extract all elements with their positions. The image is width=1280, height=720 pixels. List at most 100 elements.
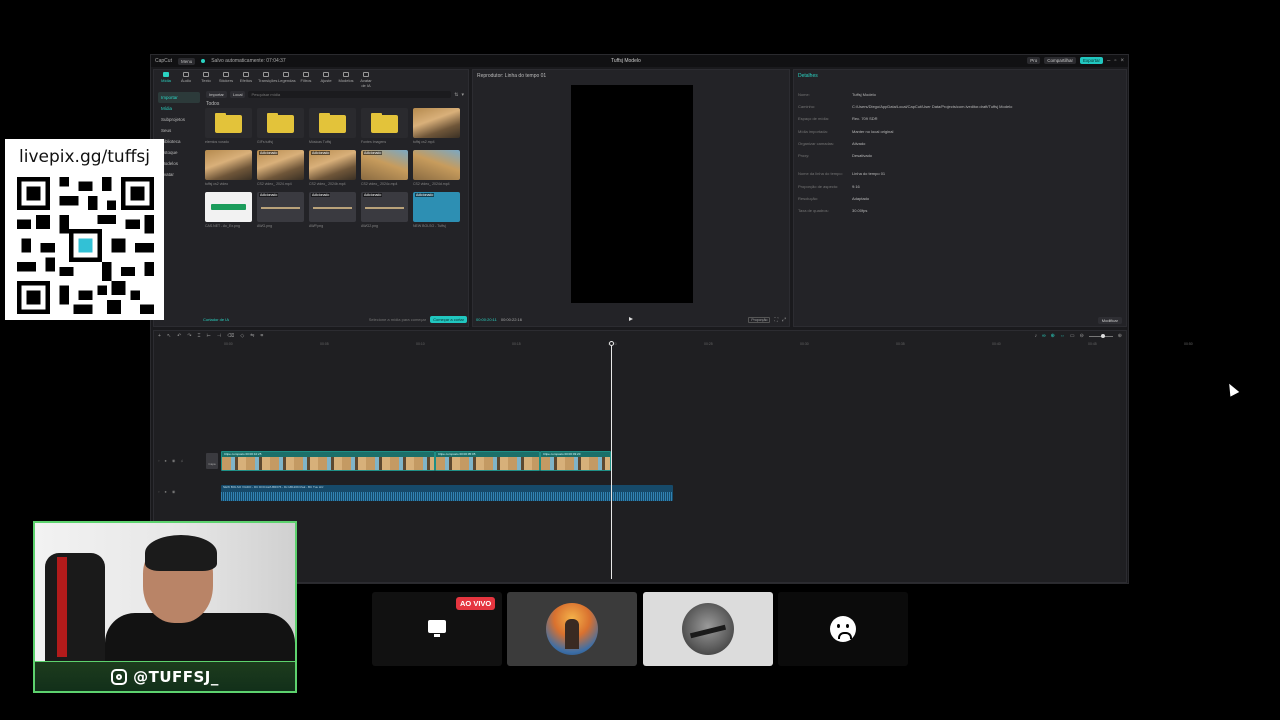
media-item[interactable]: elemtos vorado xyxy=(205,108,252,144)
tab-label: Transições xyxy=(258,78,278,83)
media-item[interactable]: CAS.NET - Av_Ex.png xyxy=(205,192,252,228)
import-button[interactable]: Importar xyxy=(206,91,227,98)
split-right-icon[interactable]: ⊣ xyxy=(217,333,221,339)
timeline-ruler[interactable]: 00:0000:0500:1000:1500:2000:2500:3000:35… xyxy=(224,342,1193,350)
media-item[interactable]: Adicionado CS2 video_ 2024.mp4 xyxy=(257,150,304,186)
media-name: Fontes Imagens xyxy=(361,140,387,144)
media-thumbnail: Adicionado xyxy=(257,150,304,180)
video-clip[interactable]: Clipe composto 00:00:05:05 xyxy=(435,451,540,471)
detail-key: Caminho: xyxy=(798,103,816,109)
media-item[interactable]: Adicionado CS2 video_ 2024b.mp4 xyxy=(309,150,356,186)
playhead-handle[interactable] xyxy=(609,341,614,346)
audio-clip[interactable]: NEW BOLSO VIADO - DC DOCA2A BR076 - Dc k… xyxy=(221,485,673,501)
audio-mute-icon[interactable]: ♫ xyxy=(180,458,183,463)
media-item[interactable]: tuffsj cs2 video xyxy=(205,150,252,186)
tab-9[interactable]: Modelos xyxy=(338,72,354,88)
add-track-icon[interactable]: + xyxy=(158,333,161,339)
media-item[interactable]: Músicas Tuffsj xyxy=(309,108,356,144)
lock-track-icon[interactable]: ● xyxy=(164,458,166,463)
clip-label: Clipe composto 00:00:10:25 xyxy=(222,452,434,457)
tab-10[interactable]: Avatar de IA xyxy=(358,72,374,88)
detail-value: Manter no local original xyxy=(852,128,894,134)
preview-axis-icon[interactable]: ⇔ xyxy=(1060,333,1065,339)
sidebar-item[interactable]: Seus xyxy=(158,125,200,136)
sidebar-item[interactable]: Subprojetos xyxy=(158,114,200,125)
tab-0[interactable]: Mídia xyxy=(158,72,174,88)
media-item[interactable]: Adicionado AWG2.png xyxy=(361,192,408,228)
ratio-button[interactable]: Proporção xyxy=(748,316,771,323)
video-clip[interactable]: Clipe composto 00:00:03:20 xyxy=(540,451,611,471)
zoom-out-icon[interactable]: ⊖ xyxy=(1080,333,1084,339)
close-icon[interactable]: × xyxy=(1120,58,1124,64)
select-tool-icon[interactable]: ↖ xyxy=(167,333,171,339)
tab-details[interactable]: Detalhes xyxy=(798,73,818,79)
sidebar-item[interactable]: Modelos xyxy=(158,158,200,169)
local-button[interactable]: Local xyxy=(229,91,246,98)
media-thumbnail xyxy=(413,108,460,138)
share-button[interactable]: Compartilhar xyxy=(1044,57,1076,64)
split-left-icon[interactable]: ⊢ xyxy=(207,333,211,339)
crop-icon[interactable]: ⌗ xyxy=(260,333,263,339)
media-thumbnail: Adicionado xyxy=(361,192,408,222)
audio-lock-icon[interactable]: ● xyxy=(164,489,166,494)
tab-3[interactable]: Stickers xyxy=(218,72,234,88)
video-clip[interactable]: Clipe composto 00:00:10:25 xyxy=(221,451,435,471)
sidebar-item[interactable]: Importar xyxy=(158,92,200,103)
minimize-icon[interactable]: – xyxy=(1107,58,1110,64)
media-item[interactable]: Adicionado NEW BOLSO - Tuffsj xyxy=(413,192,460,228)
maximize-icon[interactable]: ▫ xyxy=(1114,58,1116,64)
split-icon[interactable]: ⌶ xyxy=(198,333,201,339)
zoom-slider-knob[interactable] xyxy=(1100,333,1105,338)
media-item[interactable]: tuffsj cs2.mp4 xyxy=(413,108,460,144)
zoom-slider[interactable] xyxy=(1088,333,1113,338)
tab-7[interactable]: Filtros xyxy=(298,72,314,88)
menu-button[interactable]: Menu xyxy=(177,57,196,65)
eye-icon[interactable]: ◉ xyxy=(172,458,176,463)
pro-button[interactable]: Pro xyxy=(1027,57,1041,64)
media-search-input[interactable]: Pesquisar mídia xyxy=(248,91,452,98)
link-icon[interactable]: ∞ xyxy=(1042,333,1046,339)
sidebar-item[interactable]: Mídia xyxy=(158,103,200,114)
tab-4[interactable]: Efeitos xyxy=(238,72,254,88)
delete-icon[interactable]: ⌫ xyxy=(227,333,234,339)
volume-icon[interactable]: ◉ xyxy=(172,489,176,494)
media-item[interactable]: CS2 video_ 2024d.mp4 xyxy=(413,150,460,186)
zoom-in-icon[interactable]: ⊕ xyxy=(1118,333,1122,339)
media-item[interactable]: Adicionado CS2 video_ 2024c.mp4 xyxy=(361,150,408,186)
tab-8[interactable]: Ajuste xyxy=(318,72,334,88)
filter-icon[interactable]: ▾ xyxy=(461,92,464,98)
media-item[interactable]: Fontes Imagens xyxy=(361,108,408,144)
tab-1[interactable]: Áudio xyxy=(178,72,194,88)
tab-5[interactable]: Transições xyxy=(258,72,278,88)
lock-audio-icon[interactable]: ▫ xyxy=(158,489,159,494)
media-item[interactable]: Adicionado AWG.png xyxy=(257,192,304,228)
caption-icon[interactable]: ▭ xyxy=(1070,333,1075,339)
sort-icon[interactable]: ⇅ xyxy=(454,92,458,98)
tab-6[interactable]: Legendas xyxy=(278,72,296,88)
marker-icon[interactable]: ◇ xyxy=(240,333,244,339)
media-name: AWG2.png xyxy=(361,224,378,228)
sidebar-item[interactable]: Biblioteca xyxy=(158,136,200,147)
playhead[interactable] xyxy=(611,343,612,579)
undo-icon[interactable]: ↶ xyxy=(177,333,181,339)
modify-button[interactable]: Modificar xyxy=(1097,317,1122,324)
mirror-icon[interactable]: ⇋ xyxy=(250,333,254,339)
tab-2[interactable]: Texto xyxy=(198,72,214,88)
player-canvas[interactable] xyxy=(571,85,693,303)
expand-icon[interactable]: ⤢ xyxy=(782,317,786,323)
cover-button[interactable]: Capa xyxy=(206,453,218,469)
lock-icon[interactable]: ▫ xyxy=(158,458,159,463)
media-item[interactable]: Adicionado AWP.png xyxy=(309,192,356,228)
ai-cutter-button[interactable]: Começar a cortar xyxy=(430,316,467,323)
sidebar-item[interactable]: Estoque xyxy=(158,147,200,158)
magnet-icon[interactable]: ⊕ xyxy=(1051,333,1055,339)
media-item[interactable]: GIFs tuffsj xyxy=(257,108,304,144)
sidebar-item[interactable]: Avatar xyxy=(158,169,200,180)
redo-icon[interactable]: ↷ xyxy=(187,333,191,339)
tab-icon xyxy=(183,72,189,77)
microphone-icon[interactable]: ♪ xyxy=(1035,333,1038,339)
detail-value: Desativado xyxy=(852,153,873,159)
fullscreen-icon[interactable]: ⛶ xyxy=(774,317,778,323)
export-button[interactable]: Exportar xyxy=(1079,57,1103,64)
play-icon[interactable] xyxy=(629,317,633,321)
